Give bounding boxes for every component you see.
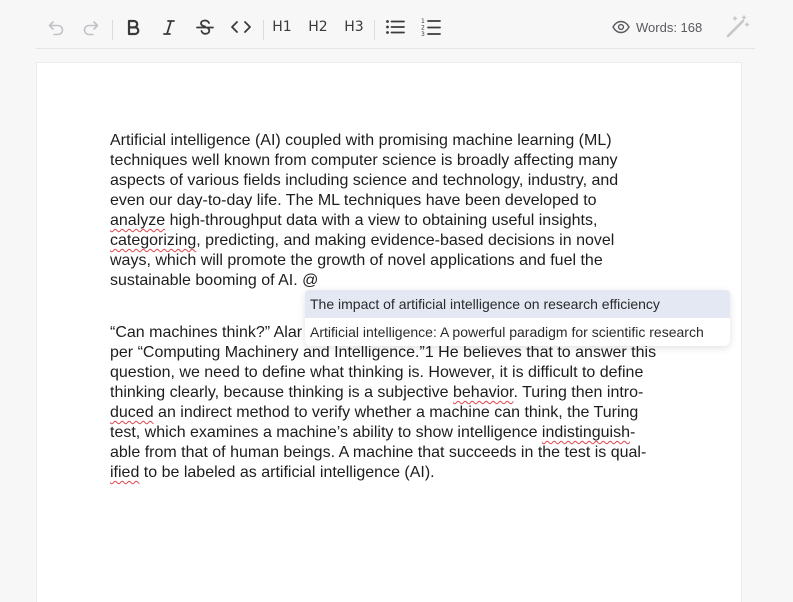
- eye-icon[interactable]: [612, 20, 630, 34]
- paragraph-2: “Can machines think?” Alar per “Computin…: [110, 323, 670, 483]
- text-run: an indirect method to verify whether a m…: [153, 404, 639, 421]
- editor-toolbar: H1 H2 H3 123 Words: 168: [36, 6, 755, 49]
- text-run: question, we need to define what thinkin…: [110, 364, 644, 381]
- text-run: techniques well known from computer scie…: [110, 152, 618, 169]
- magic-wand-icon[interactable]: [725, 15, 750, 44]
- text-line: able from that of human beings. A machin…: [110, 443, 670, 463]
- paragraph-1: Artificial intelligence (AI) coupled wit…: [110, 131, 670, 291]
- bullet-list-icon[interactable]: [382, 15, 408, 39]
- text-line: even our day-to-day life. The ML techniq…: [110, 191, 670, 211]
- text-line: sustainable booming of AI. @: [110, 271, 670, 291]
- toolbar-divider: [263, 20, 264, 40]
- text-run: ways, which will promote the growth of n…: [110, 252, 603, 269]
- text-line: per “Computing Machinery and Intelligenc…: [110, 343, 670, 363]
- svg-text:3: 3: [421, 31, 425, 37]
- misspelled-word[interactable]: categorizing: [110, 232, 196, 249]
- text-line: techniques well known from computer scie…: [110, 151, 670, 171]
- text-line: ways, which will promote the growth of n…: [110, 251, 670, 271]
- text-line: analyze high-throughput data with a view…: [110, 211, 670, 231]
- text-run: test, which examines a machine’s ability…: [110, 424, 542, 441]
- misspelled-word[interactable]: ified: [110, 464, 139, 481]
- suggestion-item[interactable]: The impact of artificial intelligence on…: [305, 290, 730, 318]
- text-line: question, we need to define what thinkin…: [110, 363, 670, 383]
- text-run: , predicting, and making evidence-based …: [196, 232, 615, 249]
- heading2-button[interactable]: H2: [306, 15, 330, 39]
- italic-icon[interactable]: [156, 15, 182, 39]
- text-run: high-throughput data with a view to obta…: [165, 212, 598, 229]
- text-line: duced an indirect method to verify wheth…: [110, 403, 670, 423]
- text-line: categorizing, predicting, and making evi…: [110, 231, 670, 251]
- text-run: Artificial intelligence (AI) coupled wit…: [110, 132, 612, 149]
- text-run: to be labeled as artificial intelligence…: [139, 464, 435, 481]
- text-line: Artificial intelligence (AI) coupled wit…: [110, 131, 670, 151]
- undo-icon[interactable]: [43, 15, 69, 39]
- text-line: aspects of various fields including scie…: [110, 171, 670, 191]
- toolbar-divider: [374, 20, 375, 40]
- text-line: test, which examines a machine’s ability…: [110, 423, 670, 443]
- toolbar-divider: [112, 20, 113, 40]
- misspelled-word[interactable]: behavior: [453, 384, 514, 401]
- redo-icon[interactable]: [78, 15, 104, 39]
- strikethrough-icon[interactable]: [192, 15, 218, 39]
- text-line: thinking clearly, because thinking is a …: [110, 383, 670, 403]
- text-run: sustainable booming of AI. @: [110, 272, 319, 289]
- text-run: aspects of various fields including scie…: [110, 172, 619, 189]
- misspelled-word[interactable]: analyze: [110, 212, 165, 229]
- misspelled-word[interactable]: duced: [110, 404, 154, 421]
- misspelled-word[interactable]: indistinguish: [542, 424, 630, 441]
- ordered-list-icon[interactable]: 123: [418, 15, 444, 39]
- heading3-button[interactable]: H3: [342, 15, 366, 39]
- heading1-button[interactable]: H1: [270, 15, 294, 39]
- text-run: per “Computing Machinery and Intelligenc…: [110, 344, 657, 361]
- citation-suggestion-popup: The impact of artificial intelligence on…: [305, 290, 730, 346]
- word-count-label: Words: 168: [636, 19, 703, 35]
- text-run: . Turing then intro-: [513, 384, 644, 401]
- word-count: Words: 168: [612, 16, 702, 38]
- suggestion-item[interactable]: Artificial intelligence: A powerful para…: [305, 318, 730, 346]
- code-icon[interactable]: [228, 15, 254, 39]
- text-line: ified to be labeled as artificial intell…: [110, 463, 670, 483]
- bold-icon[interactable]: [120, 15, 146, 39]
- text-run: thinking clearly, because thinking is a …: [110, 384, 453, 401]
- text-run: able from that of human beings. A machin…: [110, 444, 647, 461]
- text-run: even our day-to-day life. The ML techniq…: [110, 192, 597, 209]
- text-run: -: [629, 424, 636, 441]
- text-run: “Can machines think?” Alar: [110, 324, 303, 341]
